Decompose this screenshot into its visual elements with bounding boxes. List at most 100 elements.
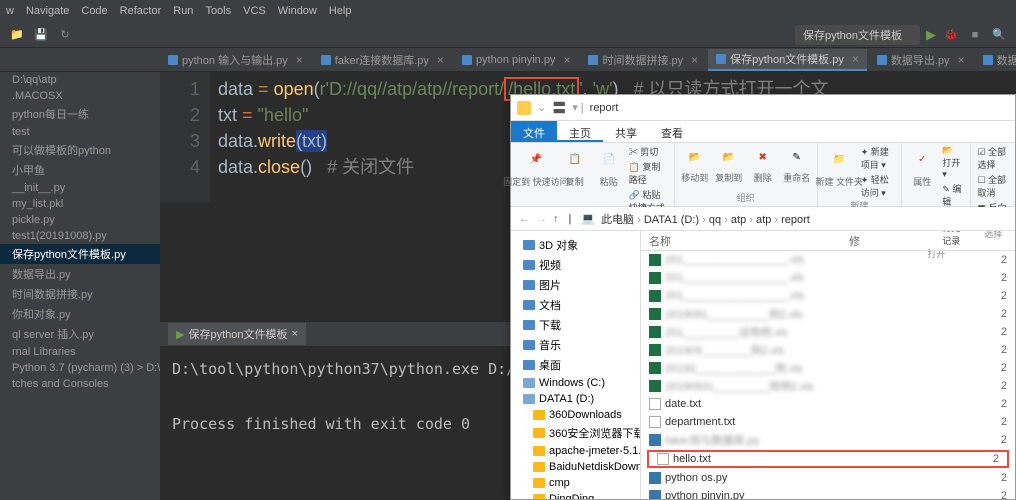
editor-tab[interactable]: 保存python文件模板.py× — [708, 49, 867, 71]
stop-icon[interactable]: ■ — [966, 26, 984, 44]
project-file[interactable]: 你和对象.py — [0, 304, 160, 324]
breadcrumb-seg[interactable]: DATA1 (D:) — [644, 214, 699, 226]
menu-Refactor[interactable]: Refactor — [120, 5, 162, 17]
close-icon[interactable]: × — [563, 53, 570, 67]
file-list[interactable]: 名称 修 201_________________.xls2201_______… — [641, 231, 1015, 499]
file-row[interactable]: 20190931_________用例2.xls2 — [641, 377, 1015, 395]
ribbon-tab-3[interactable]: 查看 — [649, 121, 695, 142]
menu-VCS[interactable]: VCS — [243, 5, 266, 17]
editor-tab[interactable]: 时间数据拼接.py× — [580, 49, 706, 71]
save-icon[interactable]: 💾 — [32, 26, 50, 44]
copypath-button[interactable]: 📋 复制路径 — [629, 160, 668, 186]
project-file[interactable]: 小甲鱼 — [0, 160, 160, 180]
menu-Tools[interactable]: Tools — [205, 5, 231, 17]
project-file[interactable]: rnal Libraries — [0, 344, 160, 360]
nav-tree[interactable]: 3D 对象视频图片文档下载音乐桌面Windows (C:)DATA1 (D:)3… — [511, 231, 641, 499]
tree-item[interactable]: DingDing — [515, 491, 636, 499]
file-row[interactable]: python os.py2 — [641, 469, 1015, 487]
breadcrumb-seg[interactable]: report — [781, 214, 810, 226]
tree-item[interactable]: 视频 — [515, 255, 636, 275]
folder-icon[interactable]: 📁 — [8, 26, 26, 44]
newfolder-button[interactable]: 📁新建 文件夹 — [824, 145, 855, 199]
back-icon[interactable]: ← — [519, 213, 530, 225]
editor-tab[interactable]: python 输入与输出.py× — [160, 49, 311, 71]
file-row[interactable]: department.txt2 — [641, 413, 1015, 431]
file-row[interactable]: hello.txt2 — [647, 450, 1009, 468]
rename-button[interactable]: ✎重命名 — [783, 145, 811, 184]
tree-item[interactable]: 3D 对象 — [515, 235, 636, 255]
tree-item[interactable]: 桌面 — [515, 355, 636, 375]
file-row[interactable]: 201909________例2.xls2 — [641, 341, 1015, 359]
run-config-dropdown[interactable]: 保存python文件模板 — [795, 25, 920, 45]
menu-Window[interactable]: Window — [278, 5, 317, 17]
editor-tab[interactable]: 数据导出.py× — [869, 49, 973, 71]
breadcrumb-seg[interactable]: 此电脑 — [601, 214, 634, 226]
tree-item[interactable]: 360安全浏览器下载 — [515, 423, 636, 443]
tree-item[interactable]: 下载 — [515, 315, 636, 335]
ribbon-tab-2[interactable]: 共享 — [603, 121, 649, 142]
file-row[interactable]: 2019081__________例2.xls2 — [641, 305, 1015, 323]
pin-button[interactable]: 📌固定到 快速访问 — [517, 145, 555, 214]
project-file[interactable]: .MACOSX — [0, 88, 160, 104]
up-icon[interactable]: ↑ — [553, 213, 559, 225]
project-file[interactable]: 时间数据拼接.py — [0, 284, 160, 304]
tree-item[interactable]: apache-jmeter-5.1.1 — [515, 443, 636, 459]
breadcrumb-bar[interactable]: ← → ↑ | 💻 此电脑 › DATA1 (D:) › qq › atp › … — [511, 207, 1015, 231]
delete-button[interactable]: ✖删除 — [749, 145, 777, 184]
open-button[interactable]: 📂 打开 ▾ — [942, 145, 964, 180]
ribbon-tab-0[interactable]: 文件 — [511, 121, 557, 142]
forward-icon[interactable]: → — [536, 213, 547, 225]
project-file[interactable]: 数据导出.py — [0, 264, 160, 284]
tree-item[interactable]: cmp — [515, 475, 636, 491]
project-file[interactable]: 保存python文件模板.py — [0, 244, 160, 264]
paste-button[interactable]: 📄粘贴 — [595, 145, 623, 214]
menu-Code[interactable]: Code — [81, 5, 107, 17]
menu-Run[interactable]: Run — [173, 5, 193, 17]
project-file[interactable]: 可以做模板的python — [0, 140, 160, 160]
list-header[interactable]: 名称 修 — [641, 231, 1015, 251]
file-row[interactable]: 201_________________.xls2 — [641, 287, 1015, 305]
project-file[interactable]: tches and Consoles — [0, 376, 160, 392]
project-file[interactable]: pickle.py — [0, 212, 160, 228]
tree-item[interactable]: DATA1 (D:) — [515, 391, 636, 407]
selectall-button[interactable]: ☑ 全部选择 — [977, 145, 1009, 171]
breadcrumb-seg[interactable]: atp — [756, 214, 771, 226]
newitem-button[interactable]: ✦ 新建项目 ▾ — [861, 145, 896, 171]
cut-button[interactable]: ✂ 剪切 — [629, 145, 668, 158]
file-row[interactable]: python pinyin.py2 — [641, 487, 1015, 499]
tree-item[interactable]: Windows (C:) — [515, 375, 636, 391]
file-row[interactable]: 20190_____________例.xls2 — [641, 359, 1015, 377]
file-row[interactable]: 201_________________.xls2 — [641, 269, 1015, 287]
file-row[interactable]: 201_________试用例.xls2 — [641, 323, 1015, 341]
project-file[interactable]: test1(20191008).py — [0, 228, 160, 244]
close-icon[interactable]: × — [292, 328, 298, 340]
debug-icon[interactable]: 🐞 — [942, 26, 960, 44]
project-file[interactable]: test — [0, 124, 160, 140]
tree-item[interactable]: BaiduNetdiskDownlo — [515, 459, 636, 475]
project-file[interactable]: python每日一练 — [0, 104, 160, 124]
tree-item[interactable]: 音乐 — [515, 335, 636, 355]
copyto-button[interactable]: 📂复制到 — [715, 145, 743, 184]
copy-button[interactable]: 📋复制 — [561, 145, 589, 214]
tree-item[interactable]: 图片 — [515, 275, 636, 295]
file-row[interactable]: date.txt2 — [641, 395, 1015, 413]
breadcrumb-seg[interactable]: atp — [731, 214, 746, 226]
menu-Navigate[interactable]: Navigate — [26, 5, 69, 17]
easyaccess-button[interactable]: ✦ 轻松访问 ▾ — [861, 173, 896, 199]
selectnone-button[interactable]: ☐ 全部取消 — [977, 173, 1009, 199]
edit-button[interactable]: ✎ 编辑 — [942, 182, 964, 208]
editor-tab[interactable]: 数据分裂.py× — [975, 49, 1016, 71]
console-tab-run[interactable]: ▶ 保存python文件模板 × — [168, 323, 306, 345]
close-icon[interactable]: × — [852, 52, 859, 66]
menu-Help[interactable]: Help — [329, 5, 352, 17]
project-file[interactable]: __init__.py — [0, 180, 160, 196]
tree-item[interactable]: 360Downloads — [515, 407, 636, 423]
project-file[interactable]: my_list.pkl — [0, 196, 160, 212]
close-icon[interactable]: × — [296, 53, 303, 67]
file-explorer-window[interactable]: ⌄ 〓 ▾ | report 文件主页共享查看 📌固定到 快速访问 📋复制 📄粘… — [510, 94, 1016, 500]
project-file[interactable]: Python 3.7 (pycharm) (3) > D:\tool\pyth — [0, 360, 160, 376]
file-row[interactable]: faker用与数据库.py2 — [641, 431, 1015, 449]
close-icon[interactable]: × — [691, 53, 698, 67]
breadcrumb-seg[interactable]: qq — [709, 214, 721, 226]
moveto-button[interactable]: 📂移动到 — [681, 145, 709, 184]
